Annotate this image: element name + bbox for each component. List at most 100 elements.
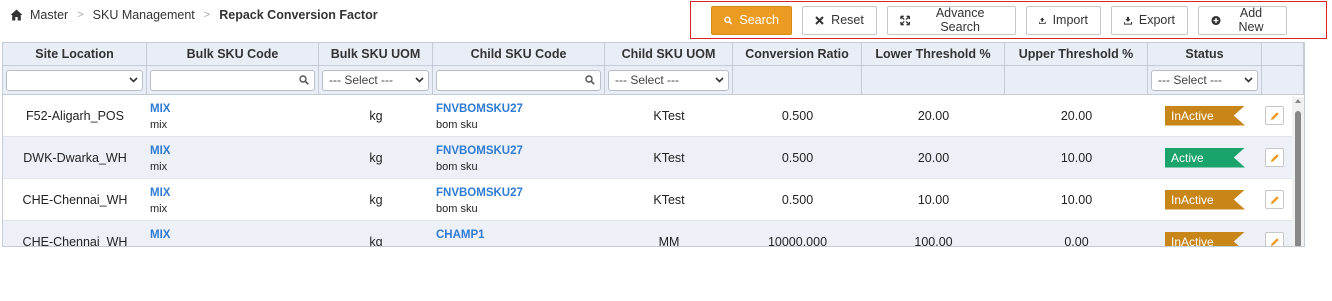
breadcrumb-item-sku-management[interactable]: SKU Management (93, 8, 195, 22)
breadcrumb-current: Repack Conversion Factor (219, 8, 378, 22)
status-filter-value: --- Select --- (1158, 73, 1222, 87)
table-row[interactable]: DWK-Dwarka_WH MIX mix kg FNVBOMSKU27 bom… (3, 137, 1304, 179)
child-sku-uom-filter-select[interactable]: --- Select --- (608, 69, 729, 91)
column-header-bulk-sku-code[interactable]: Bulk SKU Code (147, 43, 319, 65)
child-sku-uom-cell: KTest (653, 192, 685, 207)
add-new-button[interactable]: Add New (1198, 5, 1287, 35)
bulk-sku-description: mix (150, 119, 168, 131)
expand-icon (900, 15, 911, 25)
upload-icon (1039, 17, 1046, 24)
bulk-sku-description: mix (150, 203, 168, 215)
site-location-cell: CHE-Chennai_WH (22, 234, 128, 247)
bulk-sku-description: mix (150, 161, 168, 173)
pencil-icon (1270, 195, 1279, 204)
pencil-icon (1270, 111, 1279, 120)
reset-button[interactable]: Reset (802, 5, 877, 35)
reset-button-label: Reset (831, 13, 864, 27)
download-icon (1124, 16, 1132, 25)
bulk-sku-code-link[interactable]: MIX (150, 186, 170, 200)
upper-threshold-cell: 10.00 (1060, 192, 1093, 207)
bulk-sku-code-link[interactable]: MIX (150, 144, 170, 158)
edit-button[interactable] (1265, 106, 1284, 125)
column-header-child-sku-uom[interactable]: Child SKU UOM (605, 43, 733, 65)
breadcrumb-separator: > (203, 9, 211, 21)
status-badge: InActive (1165, 105, 1245, 126)
child-sku-description: bom sku (436, 161, 478, 173)
search-icon (585, 75, 595, 85)
conversion-ratio-cell: 0.500 (781, 150, 814, 165)
close-icon (815, 15, 824, 25)
child-sku-uom-filter-value: --- Select --- (615, 73, 679, 87)
search-icon (724, 16, 733, 24)
status-badge: InActive (1165, 189, 1245, 210)
scroll-up-arrow-icon[interactable] (1295, 99, 1301, 103)
column-header-bulk-sku-uom[interactable]: Bulk SKU UOM (319, 43, 433, 65)
child-sku-uom-cell: KTest (653, 150, 685, 165)
import-button-label: Import (1052, 13, 1088, 27)
child-sku-code-link[interactable]: CHAMP1 (436, 228, 485, 242)
bulk-sku-uom-filter-select[interactable]: --- Select --- (322, 69, 429, 91)
lower-threshold-cell: 100.00 (914, 234, 953, 247)
home-icon[interactable] (10, 9, 23, 21)
conversion-factor-grid: Site Location Bulk SKU Code Bulk SKU UOM… (2, 42, 1305, 247)
bulk-sku-code-link[interactable]: MIX (150, 228, 170, 242)
export-button-label: Export (1138, 13, 1175, 27)
column-header-upper-threshold[interactable]: Upper Threshold % (1005, 43, 1148, 65)
child-sku-code-link[interactable]: FNVBOMSKU27 (436, 186, 523, 200)
site-location-cell: DWK-Dwarka_WH (23, 150, 127, 165)
status-badge: Active (1165, 147, 1245, 168)
chevron-down-icon (415, 77, 424, 83)
scrollbar-thumb[interactable] (1295, 111, 1301, 246)
edit-button[interactable] (1265, 232, 1284, 246)
status-badge: InActive (1165, 231, 1245, 246)
chevron-down-icon (715, 77, 724, 83)
breadcrumb-item-master[interactable]: Master (30, 8, 68, 22)
column-header-site-location[interactable]: Site Location (3, 43, 147, 65)
column-header-status[interactable]: Status (1148, 43, 1262, 65)
column-header-child-sku-code[interactable]: Child SKU Code (433, 43, 605, 65)
grid-header: Site Location Bulk SKU Code Bulk SKU UOM… (3, 43, 1304, 66)
site-location-cell: F52-Aligarh_POS (26, 108, 124, 123)
table-row[interactable]: CHE-Chennai_WH MIX mix kg FNVBOMSKU27 bo… (3, 179, 1304, 221)
pencil-icon (1270, 237, 1279, 246)
bulk-sku-code-link[interactable]: MIX (150, 102, 170, 116)
bulk-sku-code-filter-input[interactable] (150, 69, 315, 91)
child-sku-code-link[interactable]: FNVBOMSKU27 (436, 144, 523, 158)
column-header-conversion-ratio[interactable]: Conversion Ratio (733, 43, 862, 65)
conversion-ratio-cell: 0.500 (781, 108, 814, 123)
chevron-down-icon (129, 77, 138, 83)
advanced-search-button[interactable]: Advance Search (887, 5, 1016, 35)
bulk-sku-uom-filter-value: --- Select --- (329, 73, 393, 87)
edit-button[interactable] (1265, 148, 1284, 167)
pencil-icon (1270, 153, 1279, 162)
grid-vertical-scrollbar[interactable] (1292, 97, 1304, 246)
toolbar: Search Reset Advance Search Import Expor… (690, 1, 1327, 39)
search-button-label: Search (739, 13, 779, 27)
table-row[interactable]: F52-Aligarh_POS MIX mix kg FNVBOMSKU27 b… (3, 95, 1304, 137)
conversion-ratio-cell: 0.500 (781, 192, 814, 207)
column-header-lower-threshold[interactable]: Lower Threshold % (862, 43, 1005, 65)
advanced-search-button-label: Advance Search (935, 6, 985, 34)
breadcrumb: Master > SKU Management > Repack Convers… (10, 7, 378, 23)
child-sku-code-filter-input[interactable] (436, 69, 601, 91)
table-row[interactable]: CHE-Chennai_WH MIX kg CHAMP1 MM 10000.00… (3, 221, 1304, 247)
child-sku-uom-cell: MM (658, 234, 680, 247)
plus-circle-icon (1211, 15, 1221, 25)
conversion-ratio-cell: 10000.000 (767, 234, 828, 247)
lower-threshold-cell: 20.00 (917, 150, 950, 165)
column-header-actions (1262, 43, 1304, 65)
edit-button[interactable] (1265, 190, 1284, 209)
child-sku-uom-cell: KTest (653, 108, 685, 123)
upper-threshold-cell: 20.00 (1060, 108, 1093, 123)
grid-filter-row: --- Select --- --- Select --- --- Select… (3, 66, 1304, 95)
search-button[interactable]: Search (711, 5, 792, 35)
status-filter-select[interactable]: --- Select --- (1151, 69, 1258, 91)
import-button[interactable]: Import (1026, 5, 1101, 35)
site-location-filter-select[interactable] (6, 69, 143, 91)
export-button[interactable]: Export (1111, 5, 1188, 35)
child-sku-description: bom sku (436, 203, 478, 215)
bulk-sku-uom-cell: kg (369, 108, 383, 123)
child-sku-code-link[interactable]: FNVBOMSKU27 (436, 102, 523, 116)
lower-threshold-cell: 10.00 (917, 192, 950, 207)
upper-threshold-cell: 10.00 (1060, 150, 1093, 165)
